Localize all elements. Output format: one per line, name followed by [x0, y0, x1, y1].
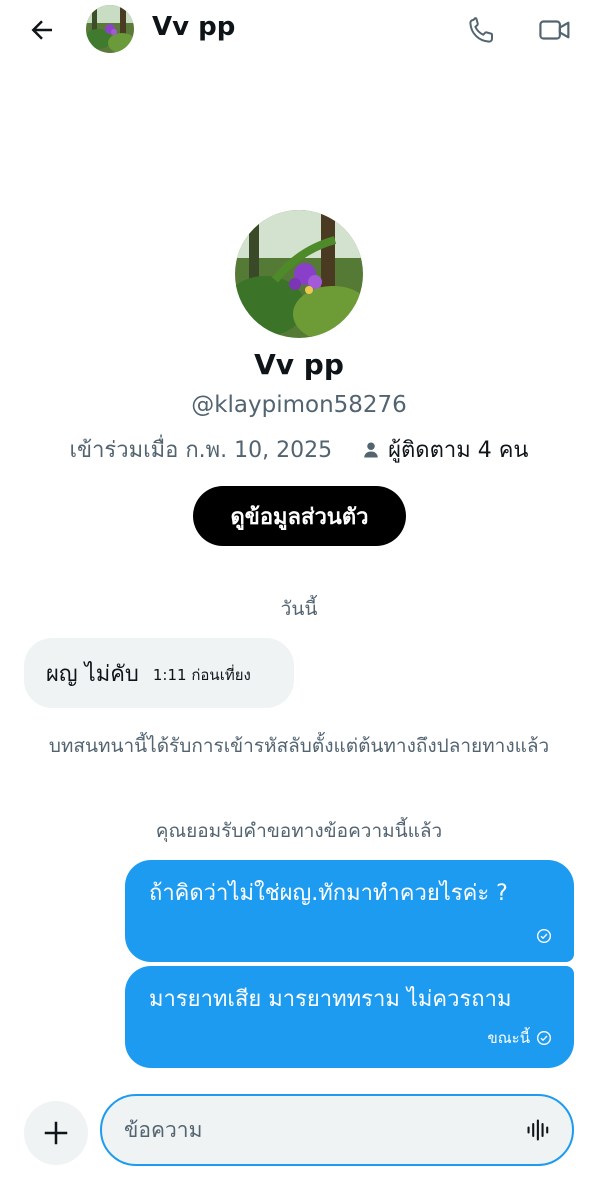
back-button[interactable] — [22, 10, 62, 50]
video-call-button[interactable] — [534, 10, 576, 50]
header-contact-name[interactable]: Vv pp — [152, 12, 235, 42]
phone-icon — [469, 17, 493, 43]
sent-check-icon — [537, 929, 551, 943]
followers-label: ผู้ติดตาม 4 คน — [388, 438, 529, 463]
message-time: 1:11 ก่อนเที่ยง — [152, 666, 251, 684]
profile-handle: @klaypimon58276 — [191, 392, 407, 418]
message-text: มารยาทเสีย มารยาททราม ไม่ควรถาม — [149, 987, 512, 1012]
outgoing-message[interactable]: ถ้าคิดว่าไม่ใช่ผญ.ทักมาทำควยไรค่ะ ? — [125, 860, 574, 962]
incoming-message[interactable]: ผญ ไม่คับ 1:11 ก่อนเที่ยง — [24, 638, 294, 708]
message-input[interactable] — [124, 1096, 514, 1164]
joined-date: เข้าร่วมเมื่อ ก.พ. 10, 2025 — [69, 438, 333, 463]
message-status — [530, 928, 552, 944]
sent-check-icon — [537, 1031, 551, 1045]
conversation-header: Vv pp — [0, 0, 598, 60]
followers-count[interactable]: ผู้ติดตาม 4 คน — [362, 432, 528, 467]
view-profile-button[interactable]: ดูข้อมูลส่วนตัว — [193, 486, 406, 546]
avatar[interactable] — [86, 5, 134, 53]
arrow-left-icon — [31, 20, 52, 40]
video-camera-icon — [539, 20, 570, 40]
plus-icon — [44, 1121, 68, 1145]
message-time: ขณะนี้ — [487, 1029, 530, 1047]
add-attachment-button[interactable] — [24, 1101, 88, 1165]
message-status: ขณะนี้ — [488, 1026, 552, 1050]
voice-message-button[interactable] — [520, 1112, 556, 1148]
call-button[interactable] — [462, 10, 502, 50]
outgoing-message[interactable]: มารยาทเสีย มารยาททราม ไม่ควรถาม ขณะนี้ — [125, 966, 574, 1068]
message-text: ถ้าคิดว่าไม่ใช่ผญ.ทักมาทำควยไรค่ะ ? — [149, 881, 508, 906]
message-composer — [100, 1094, 574, 1166]
profile-avatar[interactable] — [235, 210, 363, 338]
encryption-notice: บทสนทนานี้ได้รับการเข้ารหัสลับตั้งแต่ต้น… — [48, 735, 550, 757]
message-text: ผญ ไม่คับ — [46, 661, 139, 687]
profile-meta: เข้าร่วมเมื่อ ก.พ. 10, 2025 ผู้ติดตาม 4 … — [0, 432, 598, 467]
voice-wave-icon — [527, 1119, 549, 1141]
profile-name: Vv pp — [254, 348, 344, 381]
day-separator: วันนี้ — [280, 598, 318, 620]
person-icon — [364, 442, 378, 457]
request-accepted-notice: คุณยอมรับคำขอทางข้อความนี้แล้ว — [155, 820, 443, 842]
